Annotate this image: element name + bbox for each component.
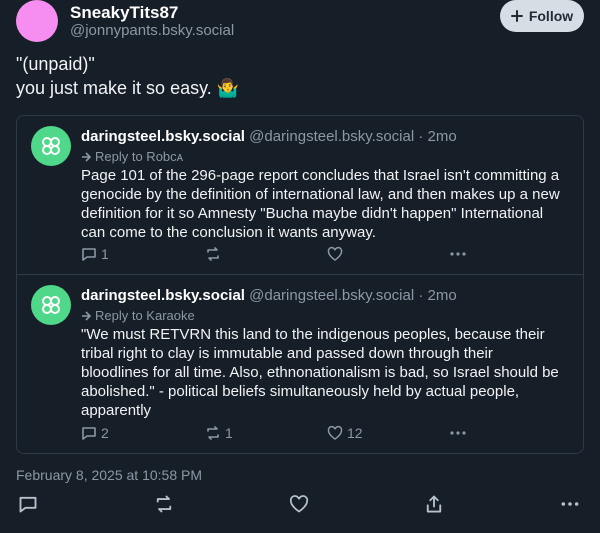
quoted-author-line[interactable]: daringsteel.bsky.social @daringsteel.bsk… — [81, 128, 457, 145]
repost-button[interactable] — [205, 246, 225, 262]
post-text-line: "(unpaid)" — [16, 54, 95, 74]
quoted-text-line: genocide by the definition of internatio… — [81, 186, 560, 203]
follow-button[interactable]: Follow — [500, 0, 584, 32]
reply-arrow-icon — [82, 151, 91, 162]
repost-icon — [156, 495, 172, 513]
post-header: SneakyTits87 @jonnypants.bsky.social Fol… — [16, 0, 584, 44]
quoted-author-name[interactable]: daringsteel.bsky.social — [81, 128, 245, 145]
author-avatar[interactable] — [16, 0, 58, 42]
quoted-actions: 1 — [81, 246, 481, 266]
like-button[interactable] — [327, 246, 347, 262]
quoted-text: Page 101 of the 296-page report conclude… — [81, 166, 571, 242]
author-display-name[interactable]: SneakyTits87 — [70, 3, 178, 23]
repost-icon — [207, 426, 219, 440]
comment-icon — [19, 496, 37, 513]
reply-count: 1 — [101, 246, 109, 262]
quoted-author-name[interactable]: daringsteel.bsky.social — [81, 287, 245, 304]
repost-button[interactable]: 1 — [205, 425, 233, 441]
like-button[interactable] — [289, 494, 309, 514]
reply-to-text: Reply to Robcᴀ — [95, 149, 184, 164]
heart-icon — [327, 425, 343, 440]
more-options-button[interactable] — [560, 494, 580, 514]
more-icon — [450, 252, 466, 256]
reply-button[interactable]: 2 — [81, 425, 109, 441]
quoted-text-line: tribal right to clay is immutable and pa… — [81, 345, 493, 362]
post-timestamp: February 8, 2025 at 10:58 PM — [16, 467, 202, 483]
plus-icon — [510, 10, 523, 22]
more-icon — [450, 431, 466, 435]
quoted-actions: 2 1 12 — [81, 425, 481, 445]
comment-icon — [82, 248, 96, 261]
like-count: 12 — [347, 425, 363, 441]
quoted-author-meta: @daringsteel.bsky.social · 2mo — [249, 128, 457, 145]
heart-icon — [289, 495, 309, 513]
more-options-button[interactable] — [449, 246, 467, 262]
author-handle[interactable]: @jonnypants.bsky.social — [70, 22, 234, 39]
quoted-text-line: bloodlines for all time. Also, ethnonati… — [81, 364, 559, 381]
follow-button-label: Follow — [528, 8, 574, 24]
more-options-button[interactable] — [449, 425, 467, 441]
quoted-text-line: apparently — [81, 402, 152, 419]
quoted-thread[interactable]: daringsteel.bsky.social @daringsteel.bsk… — [16, 115, 584, 454]
quoted-text-line: "We must RETVRN this land to the indigen… — [81, 326, 545, 343]
quoted-text-line: definition for it so Amnesty "Bucha mayb… — [81, 205, 544, 222]
repost-icon — [207, 247, 219, 261]
more-icon — [561, 502, 579, 506]
quoted-text: "We must RETVRN this land to the indigen… — [81, 325, 571, 420]
heart-icon — [327, 246, 343, 261]
share-icon — [426, 495, 442, 513]
repost-button[interactable] — [154, 494, 174, 514]
butterfly-logo-icon — [42, 296, 60, 314]
quoted-avatar[interactable] — [31, 126, 71, 166]
quoted-text-line: Page 101 of the 296-page report conclude… — [81, 167, 560, 184]
reply-button[interactable] — [18, 494, 38, 514]
reply-to-label[interactable]: Reply to Karaoke — [81, 308, 195, 323]
reply-count: 2 — [101, 425, 109, 441]
quoted-avatar[interactable] — [31, 285, 71, 325]
quoted-author-meta: @daringsteel.bsky.social · 2mo — [249, 287, 457, 304]
like-button[interactable]: 12 — [327, 425, 363, 441]
reply-arrow-icon — [82, 310, 91, 321]
quoted-post[interactable]: daringsteel.bsky.social @daringsteel.bsk… — [17, 275, 583, 453]
butterfly-logo-icon — [42, 137, 60, 155]
quoted-post[interactable]: daringsteel.bsky.social @daringsteel.bsk… — [17, 116, 583, 275]
reply-to-label[interactable]: Reply to Robcᴀ — [81, 149, 183, 164]
quoted-text-line: abolished." - political beliefs simultan… — [81, 383, 520, 400]
reply-to-text: Reply to Karaoke — [95, 308, 195, 323]
comment-icon — [82, 427, 96, 440]
post-body: "(unpaid)" you just make it so easy. 🤷‍♂… — [16, 52, 584, 100]
share-button[interactable] — [424, 494, 444, 514]
quoted-text-line: can come to the conclusion it wants anyw… — [81, 224, 376, 241]
post-action-bar — [0, 494, 600, 522]
quoted-author-line[interactable]: daringsteel.bsky.social @daringsteel.bsk… — [81, 287, 457, 304]
post-text-line: you just make it so easy. 🤷‍♂️ — [16, 78, 240, 98]
repost-count: 1 — [225, 425, 233, 441]
reply-button[interactable]: 1 — [81, 246, 109, 262]
